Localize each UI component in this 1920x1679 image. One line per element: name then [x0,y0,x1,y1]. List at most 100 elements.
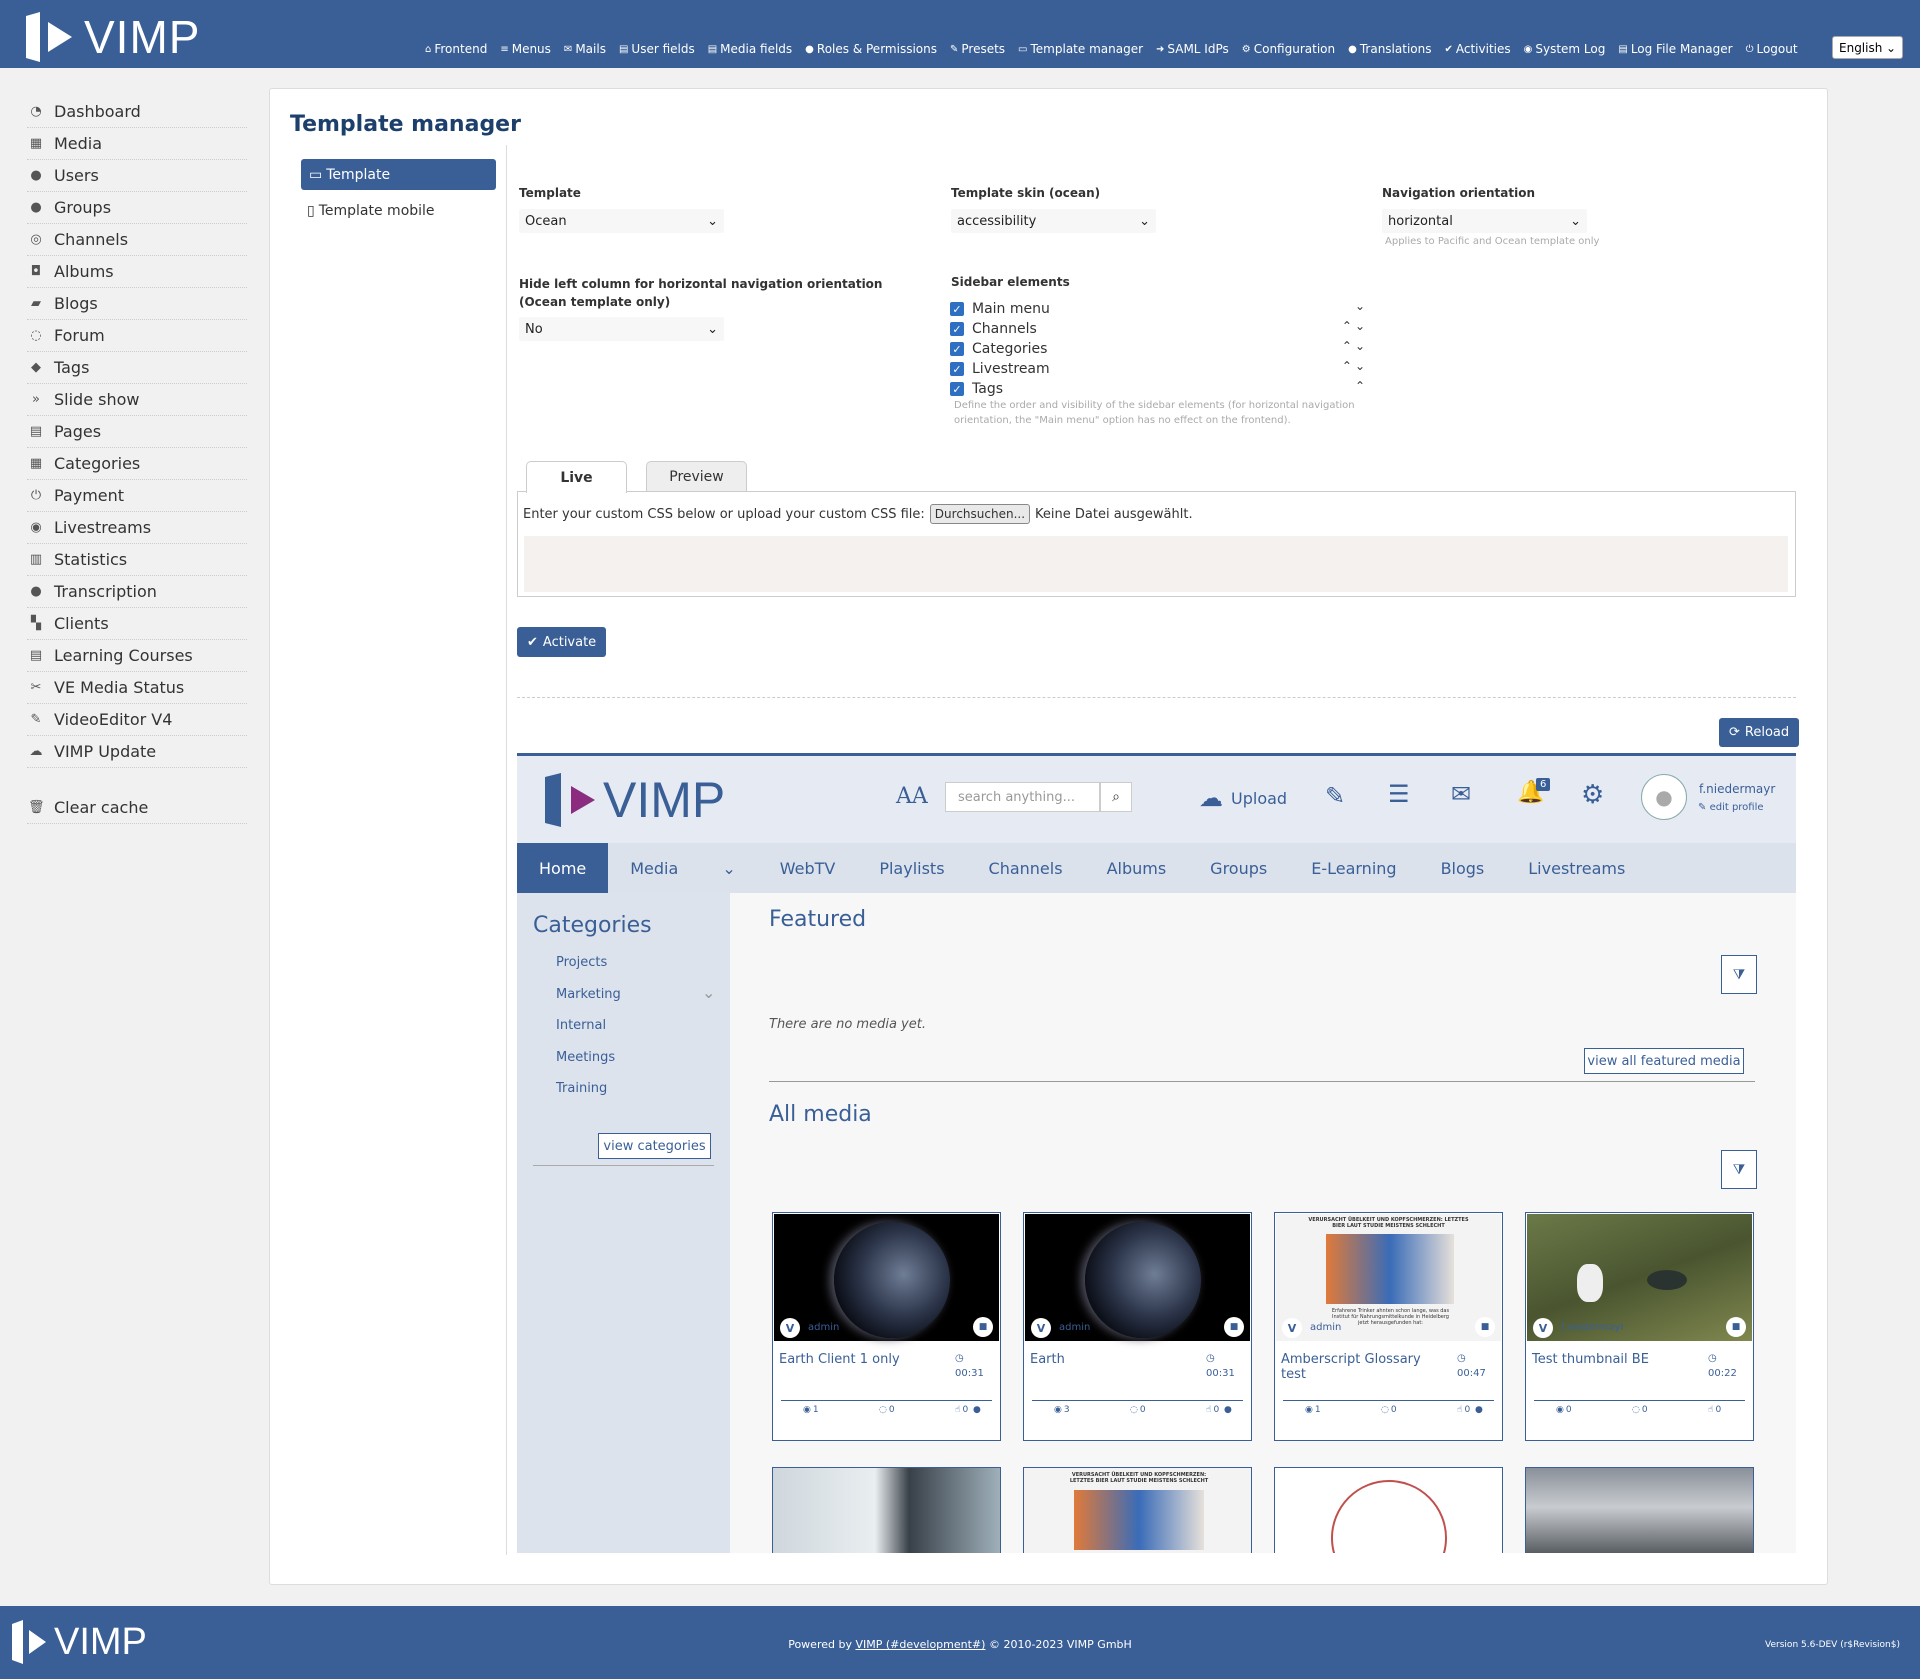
media-card[interactable]: Vadmin ■ Earth ◷ 00:31 ◉ 3 ◌ 0 ☝ 0 ● [1023,1212,1252,1441]
sidebar-item-payment[interactable]: ⏻ Payment [27,480,247,512]
css-textarea[interactable] [524,536,1788,592]
preview-nav-albums[interactable]: Albums [1085,843,1189,893]
chevron-down-icon[interactable]: ⌄ [1355,299,1365,313]
edit-profile-link[interactable]: ✎ edit profile [1698,802,1764,813]
media-card[interactable]: VERURSACHT ÜBELKEIT UND KOPFSCHMERZEN: L… [1274,1212,1503,1441]
media-title[interactable]: Amberscript Glossary test [1281,1352,1441,1382]
sidebar-item-users[interactable]: ● Users [27,160,247,192]
browse-button[interactable]: Durchsuchen... [929,504,1031,524]
topnav-item-roles-permissions[interactable]: ● Roles & Permissions [805,42,937,56]
topnav-item-media-fields[interactable]: ▤ Media fields [708,42,792,56]
media-card-partial[interactable] [1525,1467,1754,1553]
checkbox[interactable]: ✓ [950,322,964,336]
mail-icon[interactable]: ✉ [1451,780,1471,808]
sidebar-item-livestreams[interactable]: ◉ Livestreams [27,512,247,544]
topnav-item-logout[interactable]: ⏻ Logout [1746,42,1798,56]
reload-button[interactable]: ⟳ Reload [1719,718,1800,747]
topnav-item-menus[interactable]: ≡ Menus [500,42,551,56]
topnav-item-mails[interactable]: ✉ Mails [564,42,606,56]
list-icon[interactable]: ☰ [1388,780,1410,808]
search-button[interactable]: ⌕ [1100,782,1132,812]
tab-template[interactable]: ▭ Template [301,159,496,190]
chevron-down-icon[interactable]: ⌄ [1355,359,1365,373]
sidebar-item-groups[interactable]: ● Groups [27,192,247,224]
chevron-down-icon[interactable]: ⌄ [702,983,715,1002]
preview-nav-groups[interactable]: Groups [1188,843,1289,893]
preview-nav-channels[interactable]: Channels [967,843,1085,893]
sidebar-item-media[interactable]: ▦ Media [27,128,247,160]
checkbox[interactable]: ✓ [950,342,964,356]
media-title[interactable]: Earth [1030,1352,1190,1367]
chevron-up-icon[interactable]: ⌃ [1342,359,1352,373]
activate-button[interactable]: ✔ Activate [517,627,607,657]
sidebar-item-ve-media-status[interactable]: ✂ VE Media Status [27,672,247,704]
sidebar-item-dashboard[interactable]: ◔ Dashboard [27,96,247,128]
chevron-up-icon[interactable]: ⌃ [1355,379,1365,393]
avatar[interactable]: ● [1641,774,1687,820]
preview-nav-blogs[interactable]: Blogs [1419,843,1507,893]
sidebar-item-clients[interactable]: ▚ Clients [27,608,247,640]
edit-icon[interactable]: ✎ [1325,782,1345,810]
chevron-down-icon[interactable]: ⌄ [700,843,757,893]
featured-filter-button[interactable]: ⧩ [1721,955,1757,994]
sidebar-item-forum[interactable]: ◌ Forum [27,320,247,352]
chevron-down-icon[interactable]: ⌄ [1355,339,1365,353]
sidebar-item-learning-courses[interactable]: ▤ Learning Courses [27,640,247,672]
preview-nav-livestreams[interactable]: Livestreams [1506,843,1647,893]
hide-left-column-select[interactable]: No ⌄ [519,317,724,341]
vimp-logo[interactable]: VIMP [26,10,200,64]
skin-select[interactable]: accessibility ⌄ [951,209,1156,233]
preview-upload-button[interactable]: ☁ Upload [1199,784,1287,812]
chevron-up-icon[interactable]: ⌃ [1342,319,1352,333]
preview-nav-webtv[interactable]: WebTV [758,843,858,893]
all-media-filter-button[interactable]: ⧩ [1721,1150,1757,1189]
category-item-internal[interactable]: Internal [556,1018,606,1033]
sidebar-item-videoeditor-v4[interactable]: ✎ VideoEditor V4 [27,704,247,736]
tab-template-mobile[interactable]: ▯ Template mobile [307,203,435,219]
preview-nav-e-learning[interactable]: E-Learning [1289,843,1418,893]
sidebar-item-clear-cache[interactable]: 🗑 Clear cache [27,792,247,824]
checkbox[interactable]: ✓ [950,382,964,396]
topnav-item-system-log[interactable]: ◉ System Log [1524,42,1606,56]
nav-orientation-select[interactable]: horizontal ⌄ [1382,209,1587,233]
category-item-training[interactable]: Training [556,1081,607,1096]
sidebar-item-vimp-update[interactable]: ☁ VIMP Update [27,736,247,768]
preview-nav-media[interactable]: Media [608,843,700,893]
sidebar-item-blogs[interactable]: ▰ Blogs [27,288,247,320]
topnav-item-template-manager[interactable]: ▭ Template manager [1018,42,1143,56]
tab-live[interactable]: Live [526,461,627,493]
sidebar-item-albums[interactable]: ◘ Albums [27,256,247,288]
topnav-item-saml-idps[interactable]: ➜ SAML IdPs [1156,42,1229,56]
category-item-marketing[interactable]: Marketing [556,987,621,1002]
topnav-item-activities[interactable]: ✔ Activities [1444,42,1510,56]
view-categories-button[interactable]: view categories [598,1133,711,1159]
topnav-item-translations[interactable]: ● Translations [1348,42,1431,56]
media-card[interactable]: Vf.niedermayr ■ Test thumbnail BE ◷ 00:22 ◉ 0 ◌… [1525,1212,1754,1441]
sidebar-item-tags[interactable]: ◆ Tags [27,352,247,384]
footer-vimp-link[interactable]: VIMP (#development#) [855,1638,985,1651]
settings-icon[interactable]: ⚙ [1581,780,1604,810]
view-featured-button[interactable]: view all featured media [1584,1048,1744,1074]
chevron-up-icon[interactable]: ⌃ [1342,339,1352,353]
sidebar-item-pages[interactable]: ▤ Pages [27,416,247,448]
sidebar-item-transcription[interactable]: ● Transcription [27,576,247,608]
preview-nav-home[interactable]: Home [517,843,609,893]
topnav-item-presets[interactable]: ✎ Presets [950,42,1005,56]
sidebar-item-slide-show[interactable]: » Slide show [27,384,247,416]
media-title[interactable]: Test thumbnail BE [1532,1352,1692,1367]
chevron-down-icon[interactable]: ⌄ [1355,319,1365,333]
sidebar-item-channels[interactable]: ◎ Channels [27,224,247,256]
topnav-item-user-fields[interactable]: ▤ User fields [619,42,695,56]
font-size-icon[interactable]: AA [896,784,928,809]
tab-preview[interactable]: Preview [646,461,747,491]
media-card-partial[interactable]: VERURSACHT ÜBELKEIT UND KOPFSCHMERZEN: L… [1023,1467,1252,1553]
username[interactable]: f.niedermayr [1699,782,1775,796]
media-card[interactable]: Vadmin ■ Earth Client 1 only ◷ 00:31 ◉ 1 ◌ 0 ☝ 0 ● [772,1212,1001,1441]
topnav-item-frontend[interactable]: ⌂ Frontend [425,42,487,56]
preview-vimp-logo[interactable]: VIMP [545,771,725,829]
preview-search-input[interactable]: search anything... [945,782,1100,812]
preview-nav-playlists[interactable]: Playlists [857,843,966,893]
checkbox[interactable]: ✓ [950,362,964,376]
sidebar-item-statistics[interactable]: ▥ Statistics [27,544,247,576]
checkbox[interactable]: ✓ [950,302,964,316]
